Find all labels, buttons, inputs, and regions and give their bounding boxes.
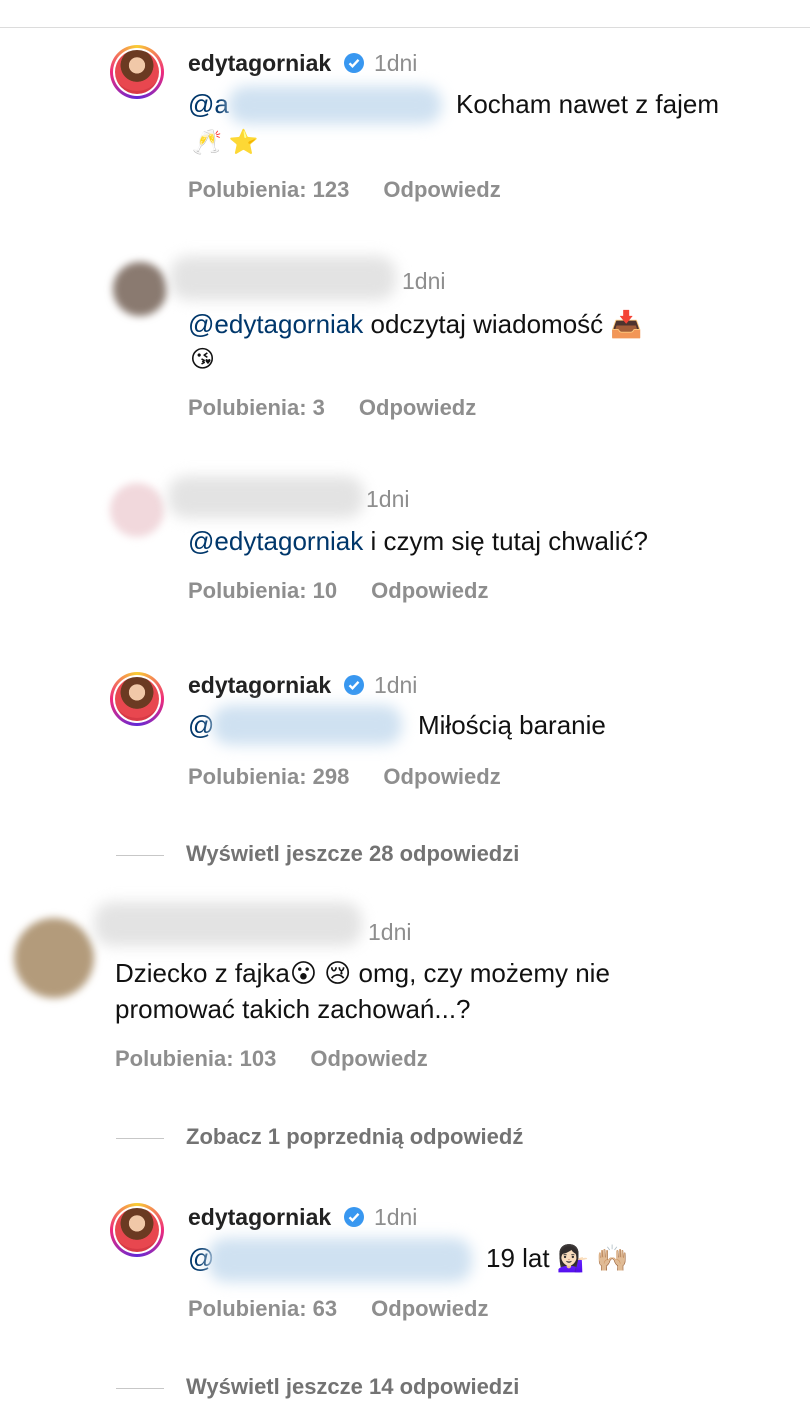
likes-count[interactable]: Polubienia: 63	[188, 1296, 337, 1321]
likes-count[interactable]: Polubienia: 10	[188, 578, 337, 603]
comment-text: @	[188, 707, 214, 743]
mention-link[interactable]: @	[188, 710, 214, 740]
mention-link[interactable]: @edytagorniak	[188, 526, 363, 556]
username[interactable]: edytagorniak	[188, 50, 331, 76]
comment-meta: Polubienia: 63 Odpowiedz	[188, 1296, 522, 1322]
comment-body: odczytaj wiadomość 📥	[370, 309, 643, 339]
blurred-username	[208, 1238, 472, 1282]
comment-header: edytagorniak 1dni	[188, 1204, 417, 1231]
likes-count[interactable]: Polubienia: 123	[188, 177, 349, 202]
reply-button[interactable]: Odpowiedz	[359, 395, 476, 420]
blurred-username	[168, 476, 364, 518]
username[interactable]: edytagorniak	[188, 672, 331, 698]
comment-text: @a	[188, 86, 229, 122]
comment-meta: Polubienia: 3 Odpowiedz	[188, 395, 510, 421]
reply-button[interactable]: Odpowiedz	[383, 177, 500, 202]
avatar[interactable]	[110, 1203, 164, 1257]
verified-badge-icon	[343, 1207, 364, 1227]
emoji-line: 😘	[190, 346, 216, 373]
comment-meta: Polubienia: 123 Odpowiedz	[188, 177, 535, 203]
avatar[interactable]	[110, 45, 164, 99]
likes-count[interactable]: Polubienia: 298	[188, 764, 349, 789]
view-more-replies-label: Wyświetl jeszcze 28 odpowiedzi	[186, 841, 520, 866]
blurred-username	[228, 86, 442, 124]
verified-badge-icon	[343, 675, 364, 695]
divider-line	[116, 1387, 164, 1389]
comment-time: 1dni	[373, 1204, 418, 1230]
view-more-replies-label: Wyświetl jeszcze 14 odpowiedzi	[186, 1374, 520, 1399]
verified-badge-icon	[343, 53, 364, 73]
view-previous-reply-button[interactable]: Zobacz 1 poprzednią odpowiedź	[116, 1124, 523, 1150]
comment-meta: Polubienia: 103 Odpowiedz	[115, 1046, 462, 1072]
view-more-replies-button[interactable]: Wyświetl jeszcze 28 odpowiedzi	[116, 841, 519, 867]
comment-time: 1dni	[402, 268, 446, 294]
avatar[interactable]	[113, 262, 167, 316]
comment-time: 1dni	[368, 919, 412, 945]
reply-button[interactable]: Odpowiedz	[371, 578, 488, 603]
comment-time: 1dni	[366, 486, 410, 512]
reply-button[interactable]: Odpowiedz	[371, 1296, 488, 1321]
comment-header: edytagorniak 1dni	[188, 50, 417, 77]
likes-count[interactable]: Polubienia: 3	[188, 395, 325, 420]
view-more-replies-button[interactable]: Wyświetl jeszcze 14 odpowiedzi	[116, 1374, 519, 1400]
mention-link[interactable]: @edytagorniak	[188, 309, 363, 339]
comment-body: Dziecko z fajka😮 😢 omg, czy możemy nie	[115, 958, 610, 988]
blurred-username	[170, 256, 396, 300]
comment-body: 19 lat 💁🏻‍♀️ 🙌🏼	[486, 1243, 629, 1273]
mention-link[interactable]: @a	[188, 89, 229, 119]
reply-button[interactable]: Odpowiedz	[310, 1046, 427, 1071]
username[interactable]: edytagorniak	[188, 1204, 331, 1230]
comment-body: Kocham nawet z fajem	[456, 89, 720, 119]
comment-time: 1dni	[373, 50, 418, 76]
top-divider	[0, 0, 810, 28]
comment-meta: Polubienia: 10 Odpowiedz	[188, 578, 522, 604]
comment-text: @edytagorniak i czym się tutaj chwalić?	[188, 523, 648, 559]
comment-meta: Polubienia: 298 Odpowiedz	[188, 764, 535, 790]
avatar[interactable]	[110, 483, 164, 537]
avatar[interactable]	[14, 918, 94, 998]
comment-body: i czym się tutaj chwalić?	[370, 526, 648, 556]
divider-line	[116, 1137, 164, 1139]
divider-line	[116, 854, 164, 856]
blurred-username	[94, 902, 362, 946]
comment-body: Miłością baranie	[418, 710, 606, 740]
reply-button[interactable]: Odpowiedz	[383, 764, 500, 789]
likes-count[interactable]: Polubienia: 103	[115, 1046, 276, 1071]
comment-body-line2: promować takich zachowań...?	[115, 994, 471, 1024]
comment-text: @edytagorniak odczytaj wiadomość 📥	[188, 306, 643, 342]
comment-header: edytagorniak 1dni	[188, 672, 417, 699]
comment-time: 1dni	[373, 672, 418, 698]
view-previous-reply-label: Zobacz 1 poprzednią odpowiedź	[186, 1124, 524, 1149]
avatar[interactable]	[110, 672, 164, 726]
blurred-username	[212, 705, 402, 745]
emoji-line: 🥂 ⭐	[192, 129, 259, 156]
